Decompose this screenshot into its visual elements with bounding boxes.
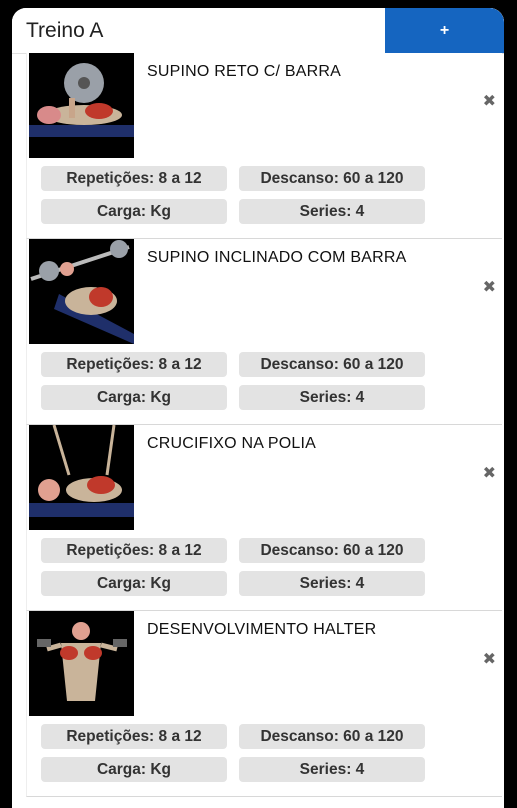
remove-exercise-icon[interactable]: ✖	[483, 91, 496, 111]
load-badge[interactable]: Carga: Kg	[41, 757, 227, 782]
rest-badge[interactable]: Descanso: 60 a 120	[239, 166, 425, 191]
reps-badge[interactable]: Repetições: 8 a 12	[41, 538, 227, 563]
series-badge[interactable]: Series: 4	[239, 571, 425, 596]
workout-title: Treino A	[26, 19, 104, 42]
exercise-image-dumbbell-press	[29, 611, 134, 716]
load-badge[interactable]: Carga: Kg	[41, 385, 227, 410]
load-badge[interactable]: Carga: Kg	[41, 199, 227, 224]
exercise-name: SUPINO INCLINADO COM BARRA	[147, 249, 407, 266]
remove-exercise-icon[interactable]: ✖	[483, 463, 496, 483]
reps-badge[interactable]: Repetições: 8 a 12	[41, 352, 227, 377]
app-screen: Treino A + SUPINO RETO C/ BARRA ✖ Repeti	[12, 8, 504, 808]
exercise-card[interactable]: DESENVOLVIMENTO HALTER ✖ Repetições: 8 a…	[26, 611, 502, 797]
exercise-card[interactable]: CRUCIFIXO NA POLIA ✖ Repetições: 8 a 12 …	[26, 425, 502, 611]
exercise-image-bench-press	[29, 53, 134, 158]
exercise-list: SUPINO RETO C/ BARRA ✖ Repetições: 8 a 1…	[26, 53, 502, 797]
exercise-name: DESENVOLVIMENTO HALTER	[147, 621, 377, 638]
load-badge[interactable]: Carga: Kg	[41, 571, 227, 596]
exercise-card[interactable]: SUPINO INCLINADO COM BARRA ✖ Repetições:…	[26, 239, 502, 425]
rest-badge[interactable]: Descanso: 60 a 120	[239, 724, 425, 749]
exercise-name: CRUCIFIXO NA POLIA	[147, 435, 316, 452]
exercise-image-incline-press	[29, 239, 134, 344]
workout-header: Treino A +	[12, 8, 504, 54]
reps-badge[interactable]: Repetições: 8 a 12	[41, 724, 227, 749]
exercise-name: SUPINO RETO C/ BARRA	[147, 63, 341, 80]
remove-exercise-icon[interactable]: ✖	[483, 277, 496, 297]
series-badge[interactable]: Series: 4	[239, 385, 425, 410]
exercise-card[interactable]: SUPINO RETO C/ BARRA ✖ Repetições: 8 a 1…	[26, 53, 502, 239]
exercise-image-cable-fly	[29, 425, 134, 530]
series-badge[interactable]: Series: 4	[239, 199, 425, 224]
series-badge[interactable]: Series: 4	[239, 757, 425, 782]
add-exercise-button[interactable]: +	[385, 8, 504, 53]
rest-badge[interactable]: Descanso: 60 a 120	[239, 352, 425, 377]
rest-badge[interactable]: Descanso: 60 a 120	[239, 538, 425, 563]
reps-badge[interactable]: Repetições: 8 a 12	[41, 166, 227, 191]
remove-exercise-icon[interactable]: ✖	[483, 649, 496, 669]
